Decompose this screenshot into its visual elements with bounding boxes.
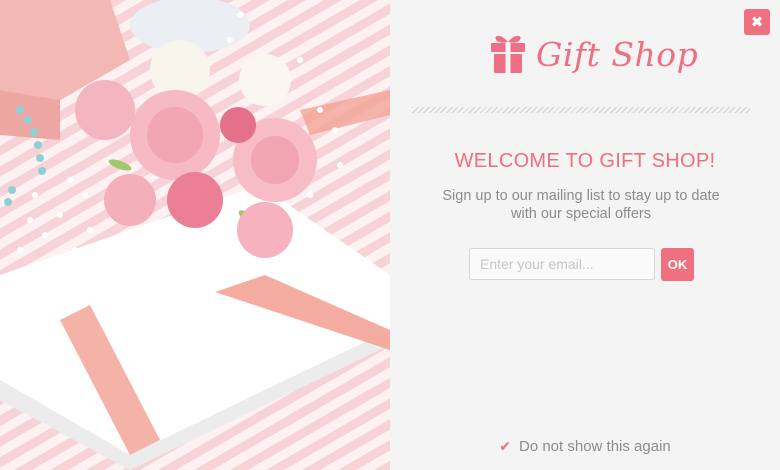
checkmark-icon: ✔ (499, 438, 511, 455)
popup-subtext: Sign up to our mailing list to stay up t… (442, 188, 720, 222)
dont-show-again-label: Do not show this again (518, 438, 671, 455)
popup-headline: WELCOME TO GIFT SHOP! (454, 150, 716, 172)
divider (412, 107, 750, 113)
newsletter-popup-panel: ✖ Gift Shop WELCOME TO GIFT SHOP! Sign u… (390, 0, 780, 470)
gift-bouquet-photo (0, 0, 390, 470)
dont-show-again-toggle[interactable]: ✔ Do not show this again (390, 438, 780, 455)
logo-text: Gift Shop (536, 34, 699, 74)
ok-button[interactable]: OK (661, 248, 694, 281)
logo: Gift Shop (490, 26, 698, 82)
close-icon: ✖ (750, 13, 764, 31)
gift-icon (490, 30, 526, 79)
email-input[interactable] (469, 248, 655, 280)
close-button[interactable]: ✖ (744, 9, 770, 35)
